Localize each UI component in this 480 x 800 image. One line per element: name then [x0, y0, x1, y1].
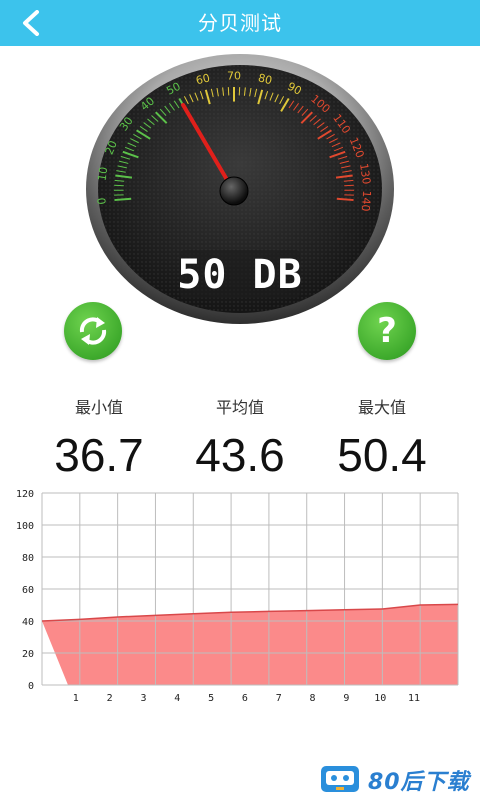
stat-avg-label: 平均值 [215, 398, 264, 417]
watermark-robot-icon [321, 766, 359, 792]
stat-min-value: 36.7 [54, 429, 144, 481]
decibel-gauge: 0102030405060 70 8090100110120130140 50 DB [86, 54, 394, 324]
chart-y-tick-label: 60 [22, 585, 34, 596]
refresh-button[interactable] [64, 302, 122, 360]
chart-x-tick-label: 6 [242, 693, 248, 704]
gauge-tick [114, 197, 132, 202]
chart-svg: 0 20 40 60 80 100 120 1 2 3 4 5 6 7 8 9 10 11 [16, 489, 459, 704]
gauge-tick [336, 197, 354, 202]
stat-avg-value: 43.6 [195, 429, 285, 481]
chart-x-tick-label: 7 [276, 693, 282, 704]
chart-y-tick-label: 80 [22, 553, 34, 564]
chart-x-tick-label: 8 [310, 693, 316, 704]
gauge-tick-label: 140 [359, 190, 374, 212]
watermark-text: 80后下载 [368, 770, 470, 795]
chart-x-tick-label: 5 [208, 693, 214, 704]
stat-max-value: 50.4 [337, 429, 427, 481]
chart-y-tick-label: 20 [22, 649, 34, 660]
gauge-tick-label: 10 [96, 166, 111, 182]
stat-max-label: 最大值 [357, 398, 406, 417]
gauge-tick-label: 0 [95, 197, 109, 205]
chart-x-tick-label: 9 [343, 693, 349, 704]
stat-min: 最小值 36.7 [29, 396, 169, 478]
decibel-history-chart: 0 20 40 60 80 100 120 1 2 3 4 5 6 7 8 9 10 11 [0, 485, 480, 715]
refresh-icon [79, 317, 107, 345]
chart-y-tick-label: 120 [16, 489, 34, 500]
needle-hub [219, 176, 249, 206]
top-bar: 分贝测试 [0, 0, 480, 46]
chart-x-tick-label: 1 [73, 693, 79, 704]
chart-x-tick-label: 10 [374, 693, 386, 704]
chart-area [42, 604, 458, 685]
chart-y-tick-label: 0 [28, 681, 34, 692]
page-title: 分贝测试 [198, 11, 282, 35]
question-icon: ? [377, 311, 397, 351]
stat-max: 最大值 50.4 [312, 396, 452, 478]
chart-y-tick-label: 100 [16, 521, 34, 532]
chart-y-tick-label: 40 [22, 617, 34, 628]
help-button[interactable]: ? [358, 302, 416, 360]
chart-x-tick-label: 11 [408, 693, 420, 704]
chart-x-tick-label: 4 [174, 693, 180, 704]
gauge-tick-label: 70 [227, 70, 241, 83]
chart-x-tick-label: 3 [140, 693, 146, 704]
digital-readout: 50 DB [177, 252, 302, 298]
decibel-meter: 0 10 20 30 40 50 60 70 80 90 100 110 120 130 140 50 DB [84, 52, 396, 352]
chart-x-tick-label: 2 [107, 693, 113, 704]
stat-avg: 平均值 43.6 [170, 396, 310, 478]
stat-min-label: 最小值 [74, 398, 123, 417]
watermark-logo: 80后下载 [318, 762, 478, 796]
